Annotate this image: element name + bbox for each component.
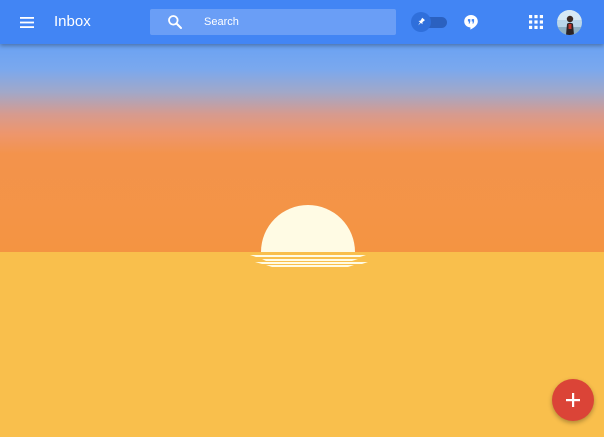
setting-sun (250, 205, 368, 267)
main-menu-button[interactable] (14, 10, 40, 34)
inbox-app: Inbox Search (0, 0, 604, 437)
app-title: Inbox (54, 13, 91, 30)
plus-icon (566, 393, 580, 407)
compose-fab-button[interactable] (552, 379, 594, 421)
account-avatar-button[interactable] (557, 10, 582, 35)
apps-launcher-button[interactable] (528, 14, 544, 30)
apps-grid-icon (529, 15, 543, 29)
sun-reflection (250, 255, 368, 267)
hamburger-menu-icon (20, 16, 34, 28)
sun-disc (261, 205, 355, 252)
search-placeholder: Search (204, 16, 239, 28)
pin-icon (418, 17, 425, 26)
pinned-toggle-knob (411, 12, 431, 32)
hangouts-button[interactable] (462, 13, 480, 31)
search-icon (168, 15, 182, 29)
pinned-toggle[interactable] (411, 12, 447, 32)
empty-inbox-illustration (0, 44, 604, 437)
search-input[interactable]: Search (150, 9, 396, 35)
top-app-bar: Inbox Search (0, 0, 604, 44)
hangouts-icon (464, 15, 478, 30)
user-avatar (557, 10, 582, 35)
